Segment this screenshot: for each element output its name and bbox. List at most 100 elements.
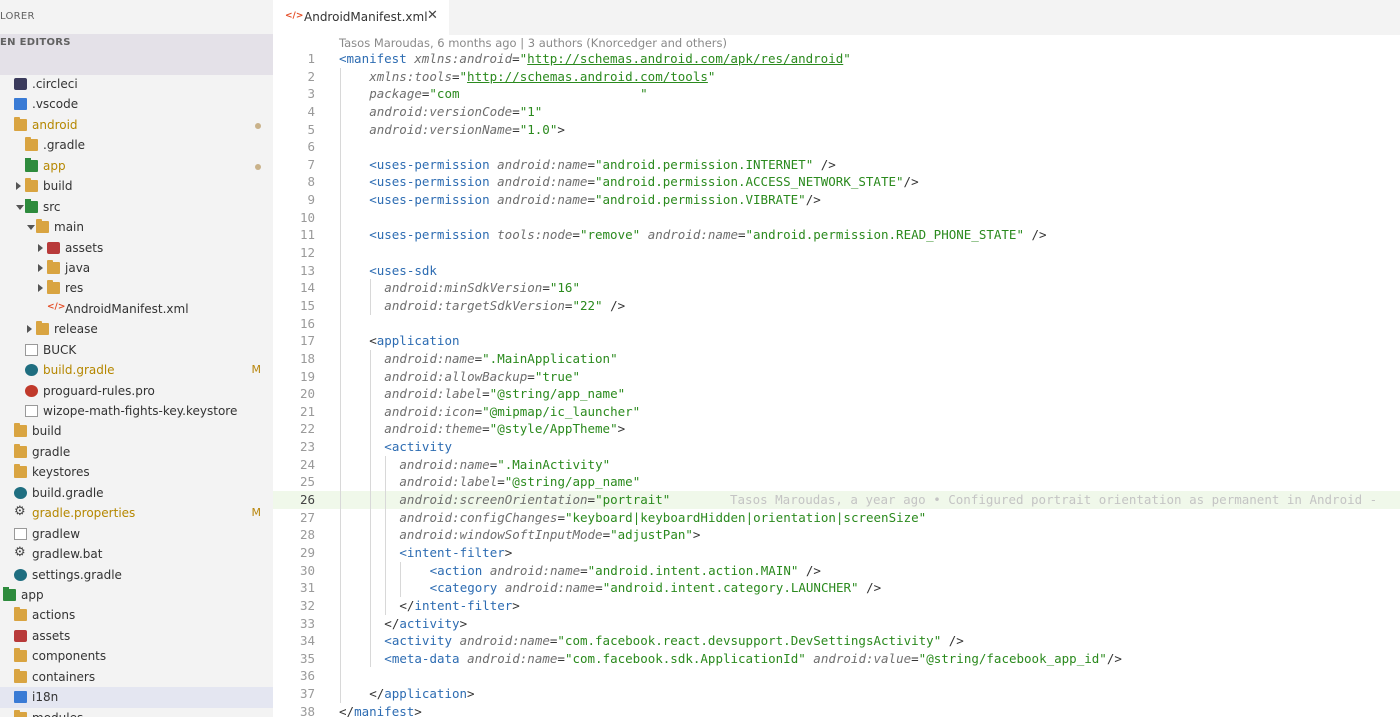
line-number: 26: [299, 492, 315, 508]
code-line[interactable]: 29 <intent-filter>: [273, 543, 1400, 562]
chevron-right-icon[interactable]: [38, 263, 43, 272]
tree-item[interactable]: modules: [0, 708, 273, 717]
tree-item[interactable]: assets: [0, 626, 273, 646]
code-line[interactable]: 15 android:targetSdkVersion="22" />: [273, 296, 1400, 315]
code-view[interactable]: 1 <manifest xmlns:android="http://schemas…: [273, 50, 1400, 717]
code-text: <uses-sdk: [369, 263, 437, 278]
blame-codelens[interactable]: Tasos Maroudas, 6 months ago | 3 authors…: [339, 36, 727, 50]
tree-item[interactable]: .vscode: [0, 94, 273, 114]
code-line[interactable]: 10: [273, 208, 1400, 227]
code-line[interactable]: 11 <uses-permission tools:node="remove" a…: [273, 226, 1400, 245]
gear-icon: ⚙: [14, 504, 26, 520]
tree-item[interactable]: gradlew: [0, 524, 273, 544]
code-line[interactable]: 36: [273, 667, 1400, 686]
line-number: 38: [299, 703, 315, 717]
indent-guide: [370, 367, 372, 386]
code-line[interactable]: 13 <uses-sdk: [273, 261, 1400, 280]
tree-item[interactable]: build.gradle M: [0, 360, 273, 380]
tree-item[interactable]: </> AndroidManifest.xml: [0, 299, 273, 319]
tree-item[interactable]: i18n: [0, 687, 273, 708]
code-line[interactable]: 16: [273, 314, 1400, 333]
code-line[interactable]: 9 <uses-permission android:name="android.…: [273, 191, 1400, 209]
tree-item[interactable]: containers: [0, 667, 273, 687]
app-folder-icon: [25, 157, 38, 172]
code-text: android:name=".MainApplication": [384, 351, 617, 366]
code-line[interactable]: 30 <action android:name="android.intent.a…: [273, 561, 1400, 580]
chevron-down-icon[interactable]: [16, 204, 24, 210]
chevron-right-icon[interactable]: [38, 284, 43, 293]
tree-item[interactable]: keystores: [0, 462, 273, 482]
code-line[interactable]: 21 android:icon="@mipmap/ic_launcher": [273, 402, 1400, 421]
tree-item[interactable]: src: [0, 197, 273, 217]
code-line[interactable]: 17 <application: [273, 332, 1400, 350]
code-line[interactable]: 35 <meta-data android:name="com.facebook.…: [273, 649, 1400, 668]
tree-item[interactable]: app: [0, 156, 273, 176]
code-line[interactable]: 12: [273, 244, 1400, 262]
tree-item[interactable]: ⚙ gradlew.bat: [0, 544, 273, 564]
code-line[interactable]: 7 <uses-permission android:name="android.…: [273, 155, 1400, 174]
tree-item[interactable]: assets: [0, 238, 273, 258]
tree-item[interactable]: app: [0, 585, 273, 605]
tree-item[interactable]: release: [0, 319, 273, 339]
tree-item[interactable]: .circleci: [0, 74, 273, 94]
code-line[interactable]: 38 </manifest>: [273, 703, 1400, 717]
code-line[interactable]: 27 android:configChanges="keyboard|keyboa…: [273, 508, 1400, 527]
code-line[interactable]: 8 <uses-permission android:name="android.…: [273, 173, 1400, 192]
tree-item[interactable]: build: [0, 176, 273, 196]
code-line[interactable]: 25 android:label="@string/app_name": [273, 473, 1400, 492]
tree-item[interactable]: ⚙ gradle.properties M: [0, 503, 273, 523]
line-number: 25: [299, 474, 315, 490]
code-line[interactable]: 31 <category android:name="android.intent…: [273, 579, 1400, 597]
tree-item[interactable]: wizope-math-fights-key.keystore: [0, 401, 273, 421]
tree-item[interactable]: android: [0, 115, 273, 135]
tree-item[interactable]: components: [0, 646, 273, 666]
code-line[interactable]: 1 <manifest xmlns:android= "http://schemas…: [273, 50, 1400, 68]
code-line[interactable]: 20 android:label="@string/app_name": [273, 385, 1400, 403]
code-line[interactable]: 22 android:theme="@style/AppTheme">: [273, 420, 1400, 439]
code-line[interactable]: 23 <activity: [273, 438, 1400, 456]
code-token: =: [602, 527, 611, 543]
tree-item[interactable]: BUCK: [0, 340, 273, 360]
chevron-right-icon[interactable]: [16, 182, 21, 191]
close-icon[interactable]: ✕: [427, 8, 438, 23]
code-text: android:versionCode="1": [369, 104, 542, 119]
indent-guide: [340, 296, 341, 315]
chevron-right-icon[interactable]: [38, 243, 43, 252]
tree-item[interactable]: main: [0, 217, 273, 237]
tree-item[interactable]: actions: [0, 605, 273, 625]
xml-file-icon: </>: [47, 301, 66, 312]
code-line[interactable]: 19 android:allowBackup="true": [273, 367, 1400, 386]
code-line[interactable]: 18 android:name=".MainApplication": [273, 349, 1400, 368]
tree-item[interactable]: build.gradle: [0, 483, 273, 503]
indent-guide: [340, 455, 341, 474]
tree-item[interactable]: res: [0, 278, 273, 298]
code-line[interactable]: 6: [273, 138, 1400, 156]
code-line[interactable]: 37 </application>: [273, 685, 1400, 703]
tab-androidmanifest[interactable]: </> AndroidManifest.xml ✕: [273, 0, 449, 35]
code-line[interactable]: 5 android:versionName="1.0">: [273, 120, 1400, 139]
code-text: android:name=".MainActivity": [399, 457, 610, 472]
code-line[interactable]: 14 android:minSdkVersion="16": [273, 279, 1400, 297]
chevron-down-icon[interactable]: [27, 225, 35, 231]
code-line[interactable]: 3 package="com ": [273, 85, 1400, 103]
code-line[interactable]: 33 </activity>: [273, 614, 1400, 633]
tree-item[interactable]: settings.gradle: [0, 565, 273, 585]
tree-item[interactable]: build: [0, 421, 273, 441]
open-editors-section[interactable]: EN EDITORS: [0, 34, 273, 75]
tree-item[interactable]: proguard-rules.pro: [0, 381, 273, 401]
code-line[interactable]: 32 </intent-filter>: [273, 596, 1400, 615]
code-line[interactable]: 24 android:name=".MainActivity": [273, 455, 1400, 474]
tree-item[interactable]: .gradle: [0, 135, 273, 155]
code-line[interactable]: 2 xmlns:tools="http://schemas.android.com…: [273, 67, 1400, 86]
tree-item[interactable]: java: [0, 258, 273, 278]
chevron-right-icon[interactable]: [27, 325, 32, 334]
line-number: 14: [299, 280, 315, 296]
code-line[interactable]: 34 <activity android:name="com.facebook.r…: [273, 632, 1400, 650]
code-text: android:icon="@mipmap/ic_launcher": [384, 404, 640, 419]
folder-icon: [14, 116, 27, 131]
folder-icon: [14, 464, 27, 479]
tree-item[interactable]: gradle: [0, 442, 273, 462]
code-line[interactable]: 4 android:versionCode="1": [273, 102, 1400, 121]
code-line[interactable]: 28 android:windowSoftInputMode="adjustPan…: [273, 526, 1400, 544]
code-line[interactable]: 26 android:screenOrientation="portrait" Ta…: [273, 491, 1400, 509]
